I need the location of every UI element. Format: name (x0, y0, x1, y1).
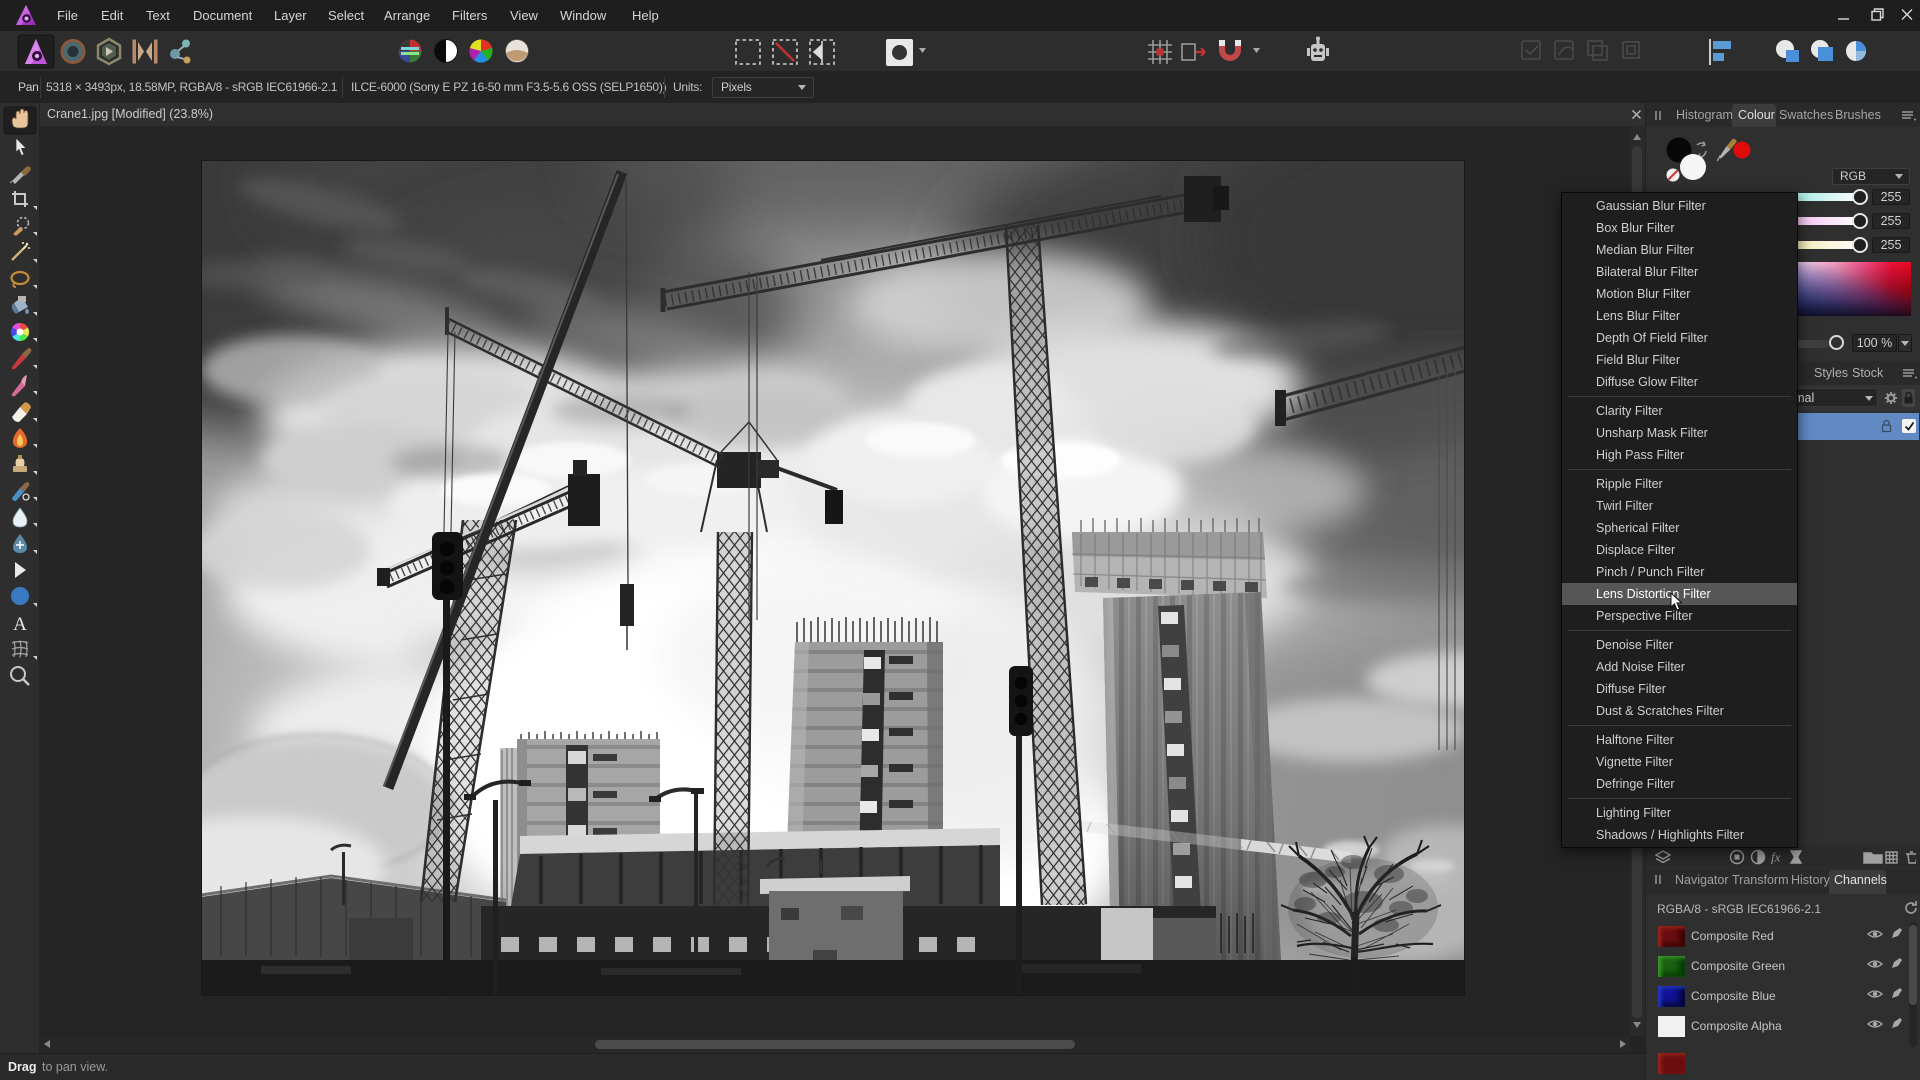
svg-text:fx: fx (1771, 850, 1781, 865)
svg-text:A: A (13, 614, 27, 635)
